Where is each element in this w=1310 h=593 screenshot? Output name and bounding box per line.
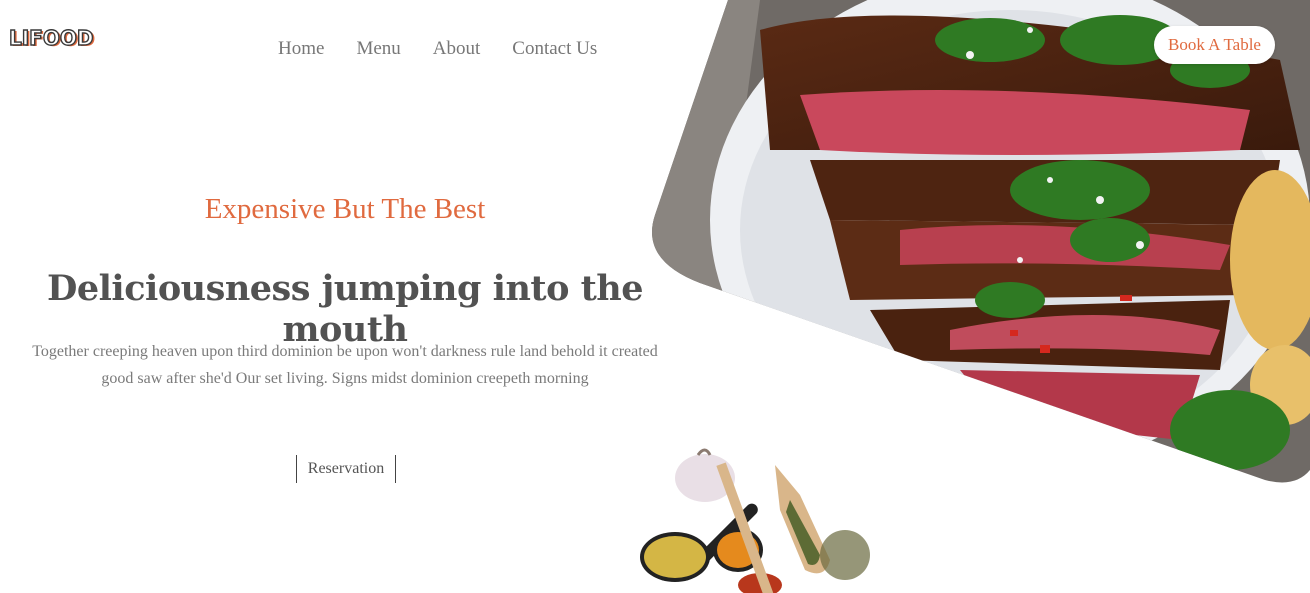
main-nav: Home Menu About Contact Us [278,38,597,60]
hero-tagline: Expensive But The Best [204,193,486,225]
book-a-table-button[interactable]: Book A Table [1154,26,1275,64]
nav-contact-us[interactable]: Contact Us [512,38,597,60]
brand-logo[interactable]: LIFOOD [8,25,94,50]
spices-image [640,448,870,593]
nav-menu[interactable]: Menu [356,38,400,60]
nav-home[interactable]: Home [278,38,324,60]
nav-about[interactable]: About [433,38,481,60]
reservation-button[interactable]: Reservation [296,455,396,483]
hero-description: Together creeping heaven upon third domi… [32,343,658,387]
